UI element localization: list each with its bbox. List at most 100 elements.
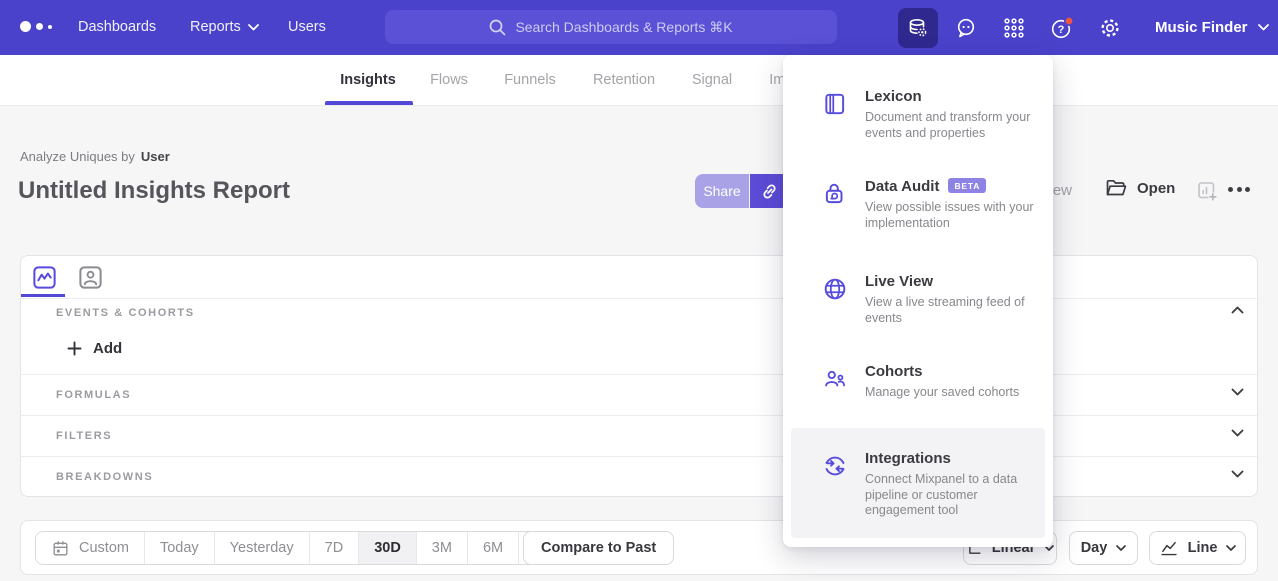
add-event-button[interactable]: Add — [67, 340, 122, 357]
help-button[interactable]: ? — [1042, 8, 1082, 48]
divider — [21, 374, 1257, 375]
calendar-icon — [51, 539, 70, 558]
filters-section-expand-button[interactable] — [1231, 429, 1244, 437]
date-range-7d[interactable]: 7D — [310, 532, 360, 564]
tab-funnels[interactable]: Funnels — [504, 55, 556, 106]
chevron-up-icon — [1231, 306, 1244, 314]
divider — [21, 415, 1257, 416]
nav-item-reports[interactable]: Reports — [190, 0, 259, 55]
menu-item-cohorts[interactable]: Cohorts Manage your saved cohorts — [783, 363, 1053, 423]
active-tab-indicator — [325, 101, 413, 105]
add-label: Add — [93, 340, 122, 357]
more-options-button[interactable] — [1228, 187, 1250, 192]
tab-flows[interactable]: Flows — [430, 55, 468, 106]
tab-funnels-label: Funnels — [504, 72, 556, 88]
line-chart-icon — [1159, 539, 1179, 557]
project-switcher[interactable]: Music Finder — [1155, 0, 1269, 55]
analyze-prefix-label: Analyze Uniques by — [20, 149, 135, 164]
open-label: Open — [1137, 180, 1175, 197]
plus-icon — [67, 341, 82, 356]
database-gear-icon — [906, 16, 930, 40]
data-audit-lock-icon — [822, 181, 848, 207]
data-management-dropdown-panel: Lexicon Document and transform your even… — [783, 55, 1053, 547]
chevron-down-icon — [1258, 24, 1269, 31]
lexicon-title: Lexicon — [865, 88, 922, 105]
date-range-today[interactable]: Today — [145, 532, 215, 564]
date-range-6m[interactable]: 6M — [468, 532, 519, 564]
menu-item-lexicon[interactable]: Lexicon Document and transform your even… — [783, 88, 1053, 158]
chat-bubble-icon — [954, 16, 978, 40]
nav-item-dashboards[interactable]: Dashboards — [78, 0, 156, 55]
add-to-board-button[interactable] — [1195, 179, 1219, 203]
compare-to-past-button[interactable]: Compare to Past — [523, 531, 674, 565]
chevron-down-icon — [248, 24, 259, 31]
lexicon-book-icon — [822, 91, 848, 117]
settings-button[interactable] — [1090, 8, 1130, 48]
interval-dropdown[interactable]: Day — [1069, 531, 1138, 565]
cohorts-title: Cohorts — [865, 363, 923, 380]
data-management-button[interactable] — [898, 8, 938, 48]
tab-insights[interactable]: Insights — [340, 55, 396, 106]
grid-dots-icon — [1002, 16, 1026, 40]
project-name-label: Music Finder — [1155, 19, 1248, 36]
metrics-view-tab[interactable] — [29, 262, 59, 292]
help-icon: ? — [1049, 15, 1075, 41]
active-view-indicator — [21, 294, 65, 297]
top-navigation-bar: Dashboards Reports Users Search Dashboar… — [0, 0, 1278, 55]
chart-type-dropdown[interactable]: Line — [1149, 531, 1246, 565]
date-range-segmented-control: Custom Today Yesterday 7D 30D 3M 6M 12M — [35, 531, 578, 565]
chevron-down-icon — [1231, 470, 1244, 478]
open-report-button[interactable]: Open — [1105, 178, 1175, 198]
events-section-collapse-button[interactable] — [1231, 306, 1244, 314]
analyze-entity-value[interactable]: User — [141, 149, 170, 164]
events-cohorts-section-label: EVENTS & COHORTS — [56, 307, 195, 319]
chevron-down-icon — [1226, 545, 1236, 551]
integrations-description: Connect Mixpanel to a data pipeline or c… — [865, 472, 1047, 519]
divider — [21, 456, 1257, 457]
dot-icon — [1228, 187, 1233, 192]
page-title[interactable]: Untitled Insights Report — [18, 177, 290, 205]
nav-reports-label: Reports — [190, 0, 241, 55]
search-input[interactable]: Search Dashboards & Reports ⌘K — [385, 10, 837, 44]
report-tabs-bar: Insights Flows Funnels Retention Signal … — [0, 55, 1278, 106]
share-button[interactable]: Share — [695, 174, 749, 208]
6m-label: 6M — [483, 540, 503, 556]
tab-flows-label: Flows — [430, 72, 468, 88]
query-builder-card: EVENTS & COHORTS Add FORMULAS FILTERS BR… — [20, 255, 1258, 497]
menu-item-integrations[interactable]: Integrations Connect Mixpanel to a data … — [791, 428, 1045, 538]
nav-dashboards-label: Dashboards — [78, 0, 156, 55]
data-audit-title: Data Audit — [865, 178, 939, 195]
tab-signal[interactable]: Signal — [692, 55, 732, 106]
formulas-section-expand-button[interactable] — [1231, 388, 1244, 396]
dot-icon — [1245, 187, 1250, 192]
nav-users-label: Users — [288, 0, 326, 55]
nav-item-users[interactable]: Users — [288, 0, 326, 55]
chevron-down-icon — [1116, 545, 1126, 551]
today-label: Today — [160, 540, 199, 556]
menu-item-live-view[interactable]: Live View View a live streaming feed of … — [783, 273, 1053, 343]
integrations-title: Integrations — [865, 450, 951, 467]
beta-badge: BETA — [948, 178, 986, 193]
mixpanel-logo-icon[interactable] — [20, 21, 52, 32]
live-view-globe-icon — [822, 276, 848, 302]
date-range-yesterday[interactable]: Yesterday — [215, 532, 310, 564]
dot-icon — [1237, 187, 1242, 192]
date-range-custom[interactable]: Custom — [36, 532, 145, 564]
tab-signal-label: Signal — [692, 72, 732, 88]
interval-label: Day — [1081, 540, 1108, 556]
date-range-30d-selected[interactable]: 30D — [359, 532, 417, 564]
apps-grid-button[interactable] — [994, 8, 1034, 48]
line-chart-tab-icon — [31, 264, 58, 291]
date-range-3m[interactable]: 3M — [417, 532, 468, 564]
integrations-sync-icon — [822, 453, 848, 479]
lexicon-description: Document and transform your events and p… — [865, 110, 1047, 141]
custom-label: Custom — [79, 540, 129, 556]
users-view-tab[interactable] — [75, 262, 105, 292]
svg-text:?: ? — [1058, 24, 1065, 36]
breakdowns-section-expand-button[interactable] — [1231, 470, 1244, 478]
chart-type-label: Line — [1188, 540, 1218, 556]
menu-item-data-audit[interactable]: Data Audit BETA View possible issues wit… — [783, 178, 1053, 253]
user-tab-icon — [77, 264, 104, 291]
feedback-button[interactable] — [946, 8, 986, 48]
tab-retention[interactable]: Retention — [593, 55, 655, 106]
